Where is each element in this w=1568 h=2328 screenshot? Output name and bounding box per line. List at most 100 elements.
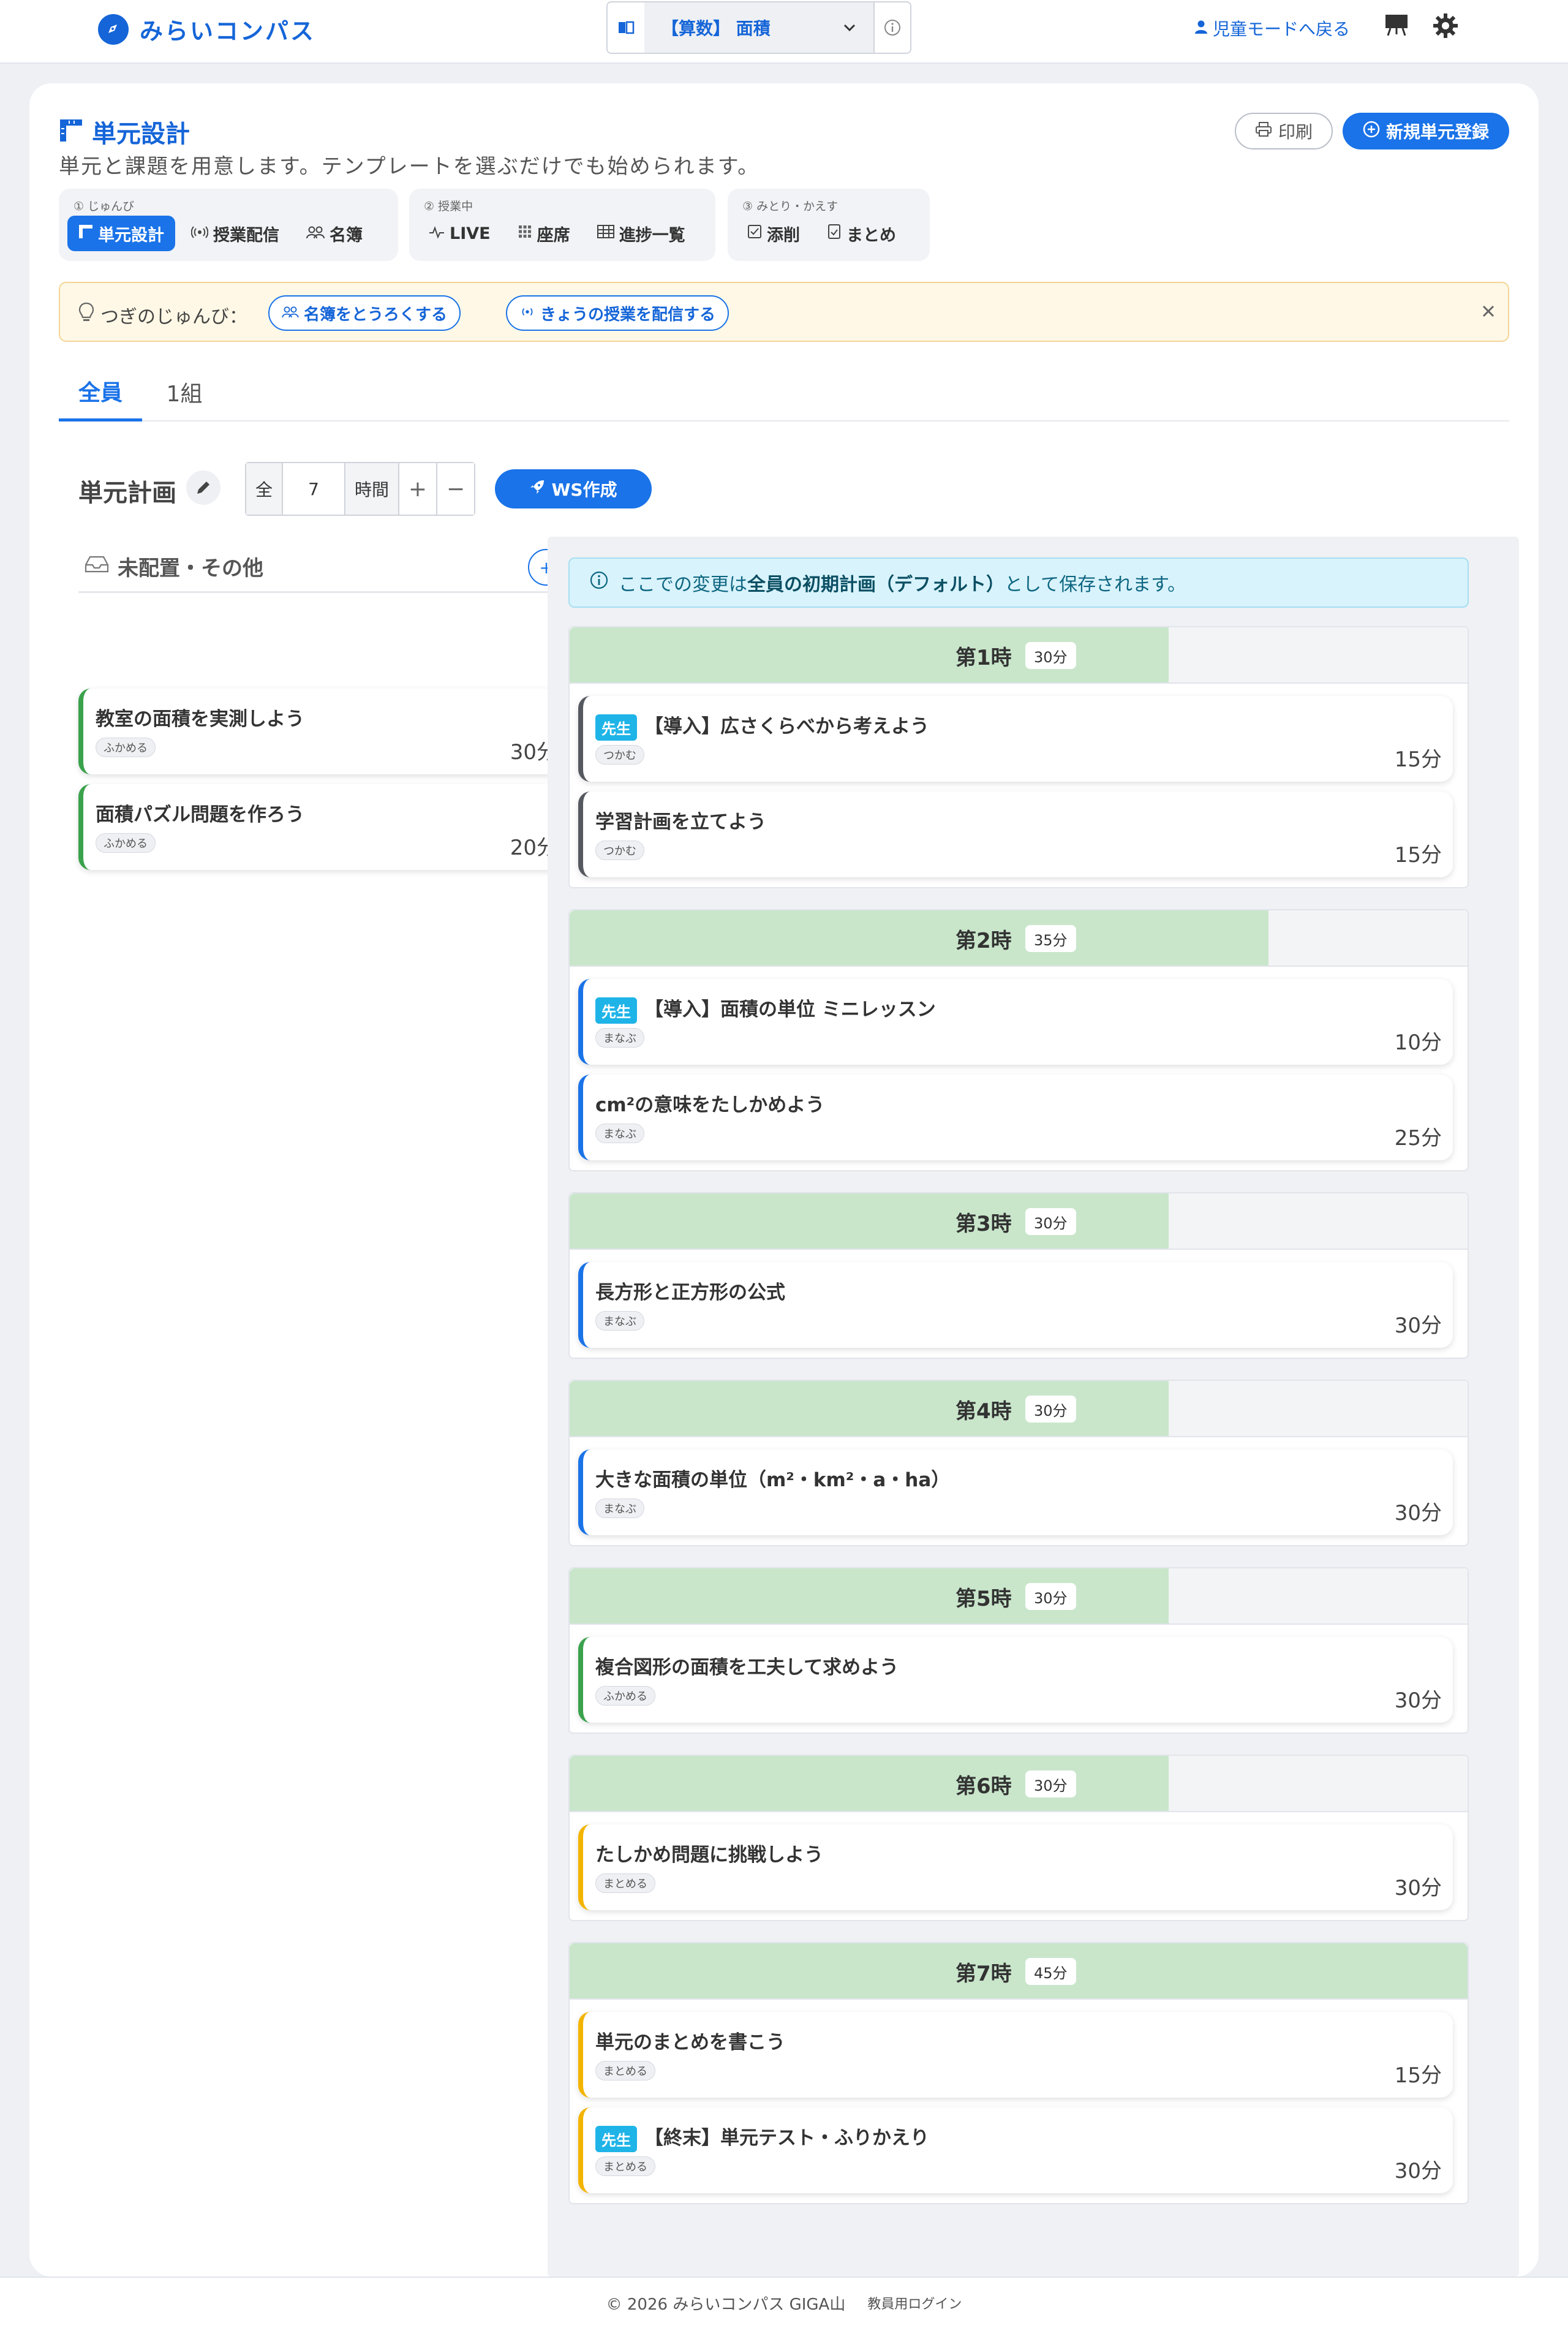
period-block: 第4時 30分大きな面積の単位（m²・km²・a・ha） まなぶ 30分 — [568, 1380, 1469, 1546]
subject-select[interactable]: 【算数】 面積 — [606, 1, 911, 54]
notice-prefix: ここでの変更は — [619, 574, 747, 595]
step-summary[interactable]: まとめ — [816, 216, 907, 251]
back-to-student-mode-link[interactable]: 児童モードへ戻る — [1194, 16, 1350, 40]
app-logo[interactable]: みらいコンパス — [98, 12, 315, 46]
task-title-row: 単元のまとめを書こう — [595, 2027, 785, 2054]
ws-create-button[interactable]: WS作成 — [495, 469, 652, 508]
period-header: 第5時 30分 — [570, 1568, 1468, 1625]
task-card[interactable]: 大きな面積の単位（m²・km²・a・ha） まなぶ 30分 — [578, 1449, 1453, 1535]
hours-decrement-button[interactable]: − — [436, 463, 474, 515]
hours-input[interactable]: 7 — [283, 463, 344, 515]
deliver-lesson-chip[interactable]: きょうの授業を配信する — [506, 295, 729, 331]
page-subtitle: 単元と課題を用意します。テンプレートを選ぶだけでも始められます。 — [59, 154, 760, 179]
task-title-row: 先生 【導入】広さくらべから考えよう — [595, 711, 929, 741]
task-card[interactable]: 単元のまとめを書こう まとめる 15分 — [578, 2012, 1453, 2098]
task-time: 30分 — [1394, 1688, 1442, 1713]
task-title: たしかめ問題に挑戦しよう — [595, 1844, 823, 1866]
task-time: 10分 — [1394, 1030, 1442, 1055]
task-tag: まなぶ — [595, 1498, 644, 1518]
task-card[interactable]: 複合図形の面積を工夫して求めよう ふかめる 30分 — [578, 1637, 1453, 1723]
teacher-login-link[interactable]: 教員用ログイン — [867, 2293, 962, 2313]
task-time: 30分 — [1394, 2159, 1442, 2183]
deliver-lesson-chip-label: きょうの授業を配信する — [540, 305, 716, 324]
save-notice-banner: ここでの変更は全員の初期計画（デフォルト）として保存されます。 — [568, 557, 1469, 608]
step-lesson-delivery[interactable]: 授業配信 — [180, 216, 290, 251]
board-icon[interactable] — [1384, 12, 1409, 39]
period-block: 第6時 30分たしかめ問題に挑戦しよう まとめる 30分 — [568, 1755, 1469, 1921]
teacher-badge: 先生 — [595, 714, 637, 741]
task-title-row: 大きな面積の単位（m²・km²・a・ha） — [595, 1464, 950, 1492]
task-card[interactable]: 教室の面積を実測しよう ふかめる 30分 — [78, 689, 568, 774]
task-title-row: 先生 【終末】単元テスト・ふりかえり — [595, 2122, 929, 2152]
lightbulb-icon — [78, 302, 94, 328]
compass-icon — [98, 13, 129, 45]
task-tag: ふかめる — [96, 833, 156, 853]
task-card[interactable]: 学習計画を立てよう つかむ 15分 — [578, 792, 1453, 877]
period-time-badge: 30分 — [1025, 642, 1076, 669]
task-title: 【導入】面積の単位 ミニレッスン — [644, 999, 936, 1021]
task-card[interactable]: 先生 【導入】広さくらべから考えよう つかむ 15分 — [578, 696, 1453, 782]
task-tag: まとめる — [595, 2156, 655, 2176]
task-card[interactable]: 先生 【導入】面積の単位 ミニレッスン まなぶ 10分 — [578, 979, 1453, 1065]
period-block: 第1時 30分先生 【導入】広さくらべから考えよう つかむ 15分学習計画を立てようつか… — [568, 626, 1469, 888]
task-card[interactable]: 面積パズル問題を作ろう ふかめる 20分 — [78, 784, 568, 870]
teacher-badge: 先生 — [595, 997, 637, 1024]
gear-icon[interactable] — [1432, 12, 1459, 42]
step-roster[interactable]: 名簿 — [295, 216, 374, 251]
pencil-icon[interactable] — [186, 471, 221, 505]
book-icon — [608, 2, 644, 53]
period-header: 第3時 30分 — [570, 1193, 1468, 1250]
ruler-icon — [78, 224, 93, 243]
copyright-text: © 2026 みらいコンパス GIGA山 — [606, 2295, 846, 2314]
period-time-fill — [570, 1381, 1169, 1436]
step-correction[interactable]: 添削 — [736, 216, 811, 251]
period-time-fill — [570, 910, 1268, 966]
task-card[interactable]: 先生 【終末】単元テスト・ふりかえりまとめる 30分 — [578, 2107, 1453, 2193]
period-time-badge: 30分 — [1025, 1771, 1076, 1797]
task-card[interactable]: 長方形と正方形の公式 まなぶ 30分 — [578, 1262, 1453, 1348]
task-title: 面積パズル問題を作ろう — [96, 804, 304, 826]
step-live[interactable]: LIVE — [418, 216, 502, 251]
period-block: 第5時 30分 複合図形の面積を工夫して求めよう ふかめる 30分 — [568, 1567, 1469, 1734]
hours-increment-button[interactable]: + — [398, 463, 436, 515]
broadcast-icon — [190, 224, 209, 243]
period-plan-column: ここでの変更は全員の初期計画（デフォルト）として保存されます。 第1時 30分先生… — [548, 537, 1519, 2277]
period-label: 第2時 — [956, 929, 1012, 953]
task-title-row: 先生 【導入】面積の単位 ミニレッスン — [595, 994, 936, 1024]
print-button[interactable]: 印刷 — [1235, 113, 1333, 149]
step-progress-list[interactable]: 進捗一覧 — [586, 216, 696, 251]
period-time-fill — [570, 1568, 1169, 1623]
step-unit-design-label: 単元設計 — [98, 225, 164, 245]
period-time-fill — [570, 627, 1169, 682]
period-time-badge: 30分 — [1025, 1208, 1076, 1235]
new-unit-button[interactable]: 新規単元登録 — [1343, 113, 1509, 149]
task-tag: つかむ — [595, 841, 644, 860]
tab-all[interactable]: 全員 — [59, 363, 142, 421]
class-tabs: 全員 1組 — [59, 363, 1509, 421]
period-header: 第7時 45分 — [570, 1943, 1468, 2000]
period-time-badge: 30分 — [1025, 1396, 1076, 1423]
period-block: 第3時 30分長方形と正方形の公式 まなぶ 30分 — [568, 1192, 1469, 1359]
task-title: 大きな面積の単位（m²・km²・a・ha） — [595, 1469, 951, 1491]
task-title-row: 学習計画を立てよう — [595, 806, 766, 834]
period-block: 第7時 45分 単元のまとめを書こう まとめる 15分 先生 【終末】単元テスト・ふりかえり… — [568, 1942, 1469, 2204]
step-seats[interactable]: 座席 — [507, 216, 581, 251]
close-icon[interactable] — [1479, 301, 1498, 323]
period-header: 第1時 30分 — [570, 627, 1468, 684]
info-icon[interactable] — [873, 2, 910, 53]
step-unit-design[interactable]: 単元設計 — [67, 216, 175, 251]
task-title: 長方形と正方形の公式 — [595, 1282, 785, 1304]
task-title-row: たしかめ問題に挑戦しよう — [595, 1839, 823, 1867]
task-card[interactable]: たしかめ問題に挑戦しよう まとめる 30分 — [578, 1824, 1453, 1910]
step-group-label: ① じゅんび — [74, 200, 135, 213]
period-label: 第6時 — [956, 1774, 1012, 1799]
register-roster-chip[interactable]: 名簿をとうろくする — [268, 295, 461, 331]
period-header: 第4時 30分 — [570, 1381, 1468, 1437]
period-time-fill — [570, 1756, 1169, 1811]
task-card[interactable]: cm²の意味をたしかめよう まなぶ 25分 — [578, 1075, 1453, 1160]
tab-class-1[interactable]: 1組 — [151, 363, 218, 421]
step-live-label: LIVE — [450, 224, 491, 243]
plus-circle-icon — [1363, 121, 1380, 142]
subject-select-value: 【算数】 面積 — [662, 18, 771, 39]
task-tag: ふかめる — [595, 1686, 655, 1706]
